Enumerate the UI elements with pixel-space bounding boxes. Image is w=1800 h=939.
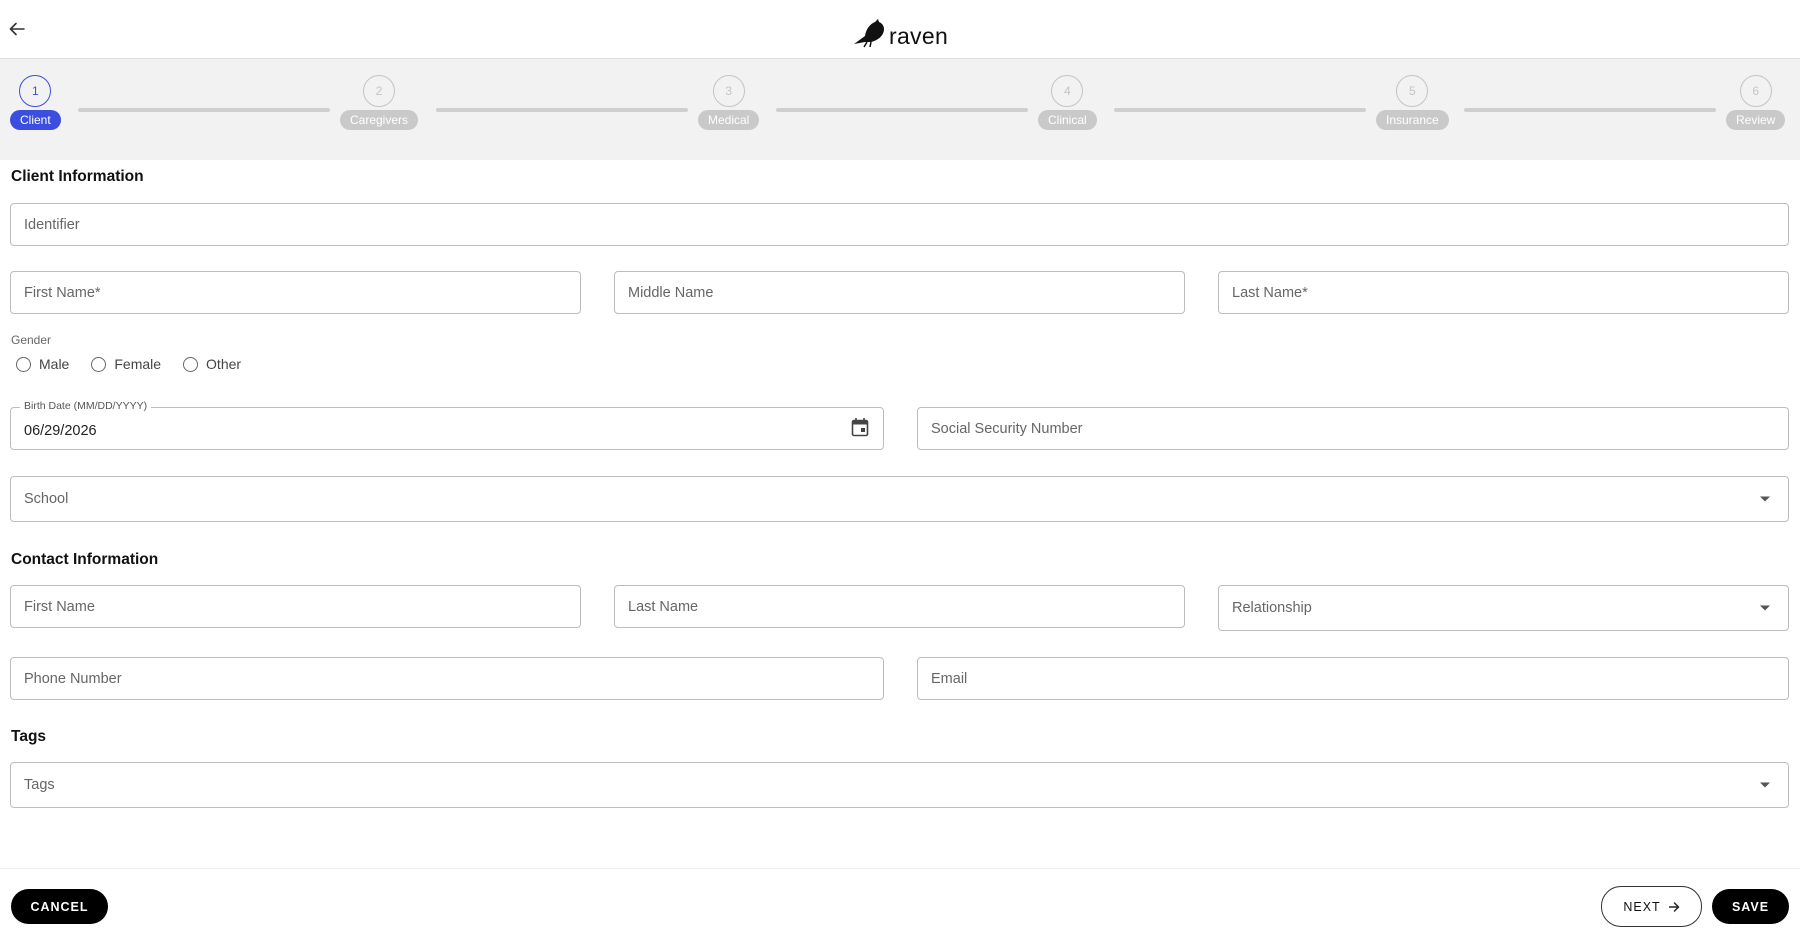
radio-label: Other (206, 356, 242, 372)
step-number: 3 (712, 75, 745, 107)
last-name-field[interactable] (1218, 271, 1789, 314)
radio-button[interactable] (16, 356, 31, 372)
step-number: 6 (1739, 75, 1772, 107)
contact-info-title: Contact Information (11, 551, 159, 568)
step-connector (776, 108, 1028, 112)
client-info-title: Client Information (11, 168, 144, 185)
form-footer: CANCEL NEXT SAVE (0, 868, 1800, 939)
raven-logo: raven (853, 16, 948, 50)
tags-select-value: Tags (24, 777, 55, 793)
logo-text: raven (889, 22, 949, 49)
school-select[interactable]: School (10, 476, 1789, 522)
step-label: Clinical (1038, 110, 1097, 130)
radio-label: Female (114, 356, 162, 372)
chevron-down-icon (1760, 605, 1770, 611)
relationship-select[interactable]: Relationship (1218, 585, 1789, 631)
step-number: 2 (363, 75, 396, 107)
gender-option-other[interactable]: Other (183, 356, 241, 372)
step-caregivers[interactable]: 2 Caregivers (340, 75, 419, 130)
step-label: Insurance (1376, 110, 1449, 130)
step-connector (1464, 108, 1716, 112)
birth-date-input[interactable] (11, 408, 883, 449)
birth-date-label: Birth Date (MM/DD/YYYY) (20, 400, 152, 412)
tags-title: Tags (11, 728, 47, 745)
relationship-select-value: Relationship (1232, 600, 1312, 616)
radio-button[interactable] (91, 356, 107, 372)
step-connector (436, 108, 688, 112)
contact-last-name-input[interactable] (615, 586, 1184, 627)
step-label: Medical (698, 110, 760, 130)
arrow-left-icon (9, 22, 25, 36)
arrow-right-icon (1668, 901, 1679, 912)
school-select-value: School (24, 491, 69, 507)
cancel-button[interactable]: CANCEL (11, 889, 108, 924)
chevron-down-icon (1760, 496, 1770, 502)
next-button-label: NEXT (1623, 899, 1661, 914)
identifier-field[interactable] (10, 203, 1789, 246)
email-field[interactable] (917, 657, 1789, 700)
last-name-input[interactable] (1219, 272, 1788, 313)
radio-button[interactable] (183, 356, 199, 372)
middle-name-input[interactable] (615, 272, 1184, 313)
step-clinical[interactable]: 4 Clinical (1038, 75, 1097, 130)
phone-number-input[interactable] (11, 658, 883, 699)
gender-label: Gender (11, 333, 52, 347)
step-number: 4 (1051, 75, 1084, 107)
tags-select[interactable]: Tags (10, 762, 1789, 808)
calendar-icon[interactable] (851, 417, 869, 437)
step-label: Review (1726, 110, 1786, 130)
contact-first-name-input[interactable] (11, 586, 580, 627)
birth-date-field[interactable]: Birth Date (MM/DD/YYYY) (10, 400, 884, 450)
email-input[interactable] (918, 658, 1788, 699)
radio-label: Male (39, 356, 70, 372)
contact-first-name-field[interactable] (10, 585, 581, 628)
step-label: Caregivers (340, 110, 419, 130)
chevron-down-icon (1760, 782, 1770, 788)
step-number: 1 (19, 75, 52, 107)
back-button[interactable] (6, 18, 28, 40)
gender-option-female[interactable]: Female (91, 356, 161, 372)
middle-name-field[interactable] (614, 271, 1185, 314)
step-review[interactable]: 6 Review (1726, 75, 1786, 130)
first-name-field[interactable] (10, 271, 581, 314)
save-button[interactable]: SAVE (1712, 889, 1789, 924)
next-button[interactable]: NEXT (1601, 886, 1702, 927)
app-header: raven (0, 0, 1800, 59)
identifier-input[interactable] (11, 204, 1788, 245)
step-client[interactable]: 1 Client (10, 75, 61, 130)
step-insurance[interactable]: 5 Insurance (1376, 75, 1449, 130)
step-number: 5 (1396, 75, 1429, 107)
ssn-field[interactable] (917, 407, 1789, 450)
first-name-input[interactable] (11, 272, 580, 313)
step-label: Client (10, 110, 61, 130)
gender-radio-group: Male Female Other (16, 356, 263, 372)
raven-bird-icon (854, 19, 884, 48)
phone-number-field[interactable] (10, 657, 884, 700)
step-medical[interactable]: 3 Medical (698, 75, 760, 130)
gender-option-male[interactable]: Male (16, 356, 69, 372)
wizard-stepper: 1 Client 2 Caregivers 3 Medical 4 Clinic… (0, 59, 1800, 160)
ssn-input[interactable] (918, 408, 1788, 449)
step-connector (1114, 108, 1366, 112)
contact-last-name-field[interactable] (614, 585, 1185, 628)
step-connector (78, 108, 330, 112)
